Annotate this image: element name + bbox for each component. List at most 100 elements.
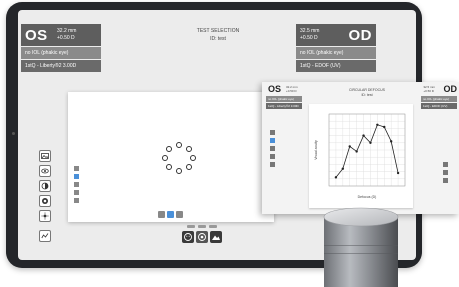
data-point xyxy=(362,134,365,137)
w2-chart-card: Defocus (D) Visual acuity xyxy=(309,104,413,208)
card-left-controls xyxy=(74,166,79,206)
graph-tool-button[interactable] xyxy=(39,230,51,242)
face-mode-button[interactable] xyxy=(182,231,194,243)
target-mode-button[interactable] xyxy=(196,231,208,243)
landolt-ring-1 xyxy=(176,142,182,148)
w2-test-id: ID: test xyxy=(361,93,373,97)
y-axis-label: Visual acuity xyxy=(314,140,318,160)
data-point xyxy=(348,145,351,148)
eye-icon xyxy=(41,168,49,174)
card-left-button-2[interactable] xyxy=(74,174,79,179)
data-point xyxy=(341,167,345,170)
od-eye-panel[interactable]: 32.5 mm +0.50 D OD xyxy=(296,24,376,46)
test-selection-title: TEST SELECTION xyxy=(196,28,240,34)
card-left-button-1[interactable] xyxy=(74,166,79,171)
od-eye-values: 32.5 mm +0.50 D xyxy=(300,28,319,42)
os-eye-code: OS xyxy=(25,27,48,44)
card-bottom-controls xyxy=(158,211,183,218)
data-point xyxy=(334,176,338,179)
od-lens-type[interactable]: no IOL (phakic eye) xyxy=(296,47,376,59)
w2-right-button-2[interactable] xyxy=(443,170,448,175)
data-point xyxy=(396,171,400,175)
page-dot-1[interactable] xyxy=(187,225,195,228)
data-point xyxy=(383,125,386,129)
os-eye-panel[interactable]: OS 32.2 mm +0.50 D xyxy=(21,24,101,46)
series-line xyxy=(335,124,399,178)
w2-right-button-1[interactable] xyxy=(443,162,448,167)
landolt-ring-2 xyxy=(186,146,192,152)
test-card[interactable] xyxy=(68,92,274,222)
card-left-button-4[interactable] xyxy=(74,190,79,195)
face-icon xyxy=(184,233,192,241)
od-measurement: 32.5 mm xyxy=(300,28,320,34)
w2-left-button-4[interactable] xyxy=(270,154,275,159)
cylinder-device xyxy=(323,207,399,287)
x-axis-label: Defocus (D) xyxy=(358,195,377,199)
w2-left-button-2[interactable] xyxy=(270,138,275,143)
target-icon xyxy=(198,233,206,241)
w2-right-controls xyxy=(443,162,448,186)
image-icon xyxy=(41,153,49,159)
w2-od-power: +0.50 D xyxy=(423,89,434,93)
landscape-mode-button[interactable] xyxy=(210,231,222,243)
test-id: ID: test xyxy=(210,36,226,42)
page-dot-2[interactable] xyxy=(198,225,206,228)
os-lens-type[interactable]: no IOL (phakic eye) xyxy=(21,47,101,59)
w2-od-iol-label[interactable]: 1stQ - EDOF (UV) xyxy=(421,103,457,109)
circle-fill-icon xyxy=(42,198,48,204)
od-eye-code: OD xyxy=(348,27,372,44)
w2-os-code: OS xyxy=(268,84,282,94)
w2-od-code: OD xyxy=(443,84,458,94)
landolt-ring-5 xyxy=(176,168,182,174)
contrast-tool-button[interactable] xyxy=(39,180,51,192)
defocus-chart: Defocus (D) Visual acuity xyxy=(314,113,406,199)
card-bottom-button-1[interactable] xyxy=(158,211,165,218)
bottom-controls xyxy=(178,225,226,251)
test-header: TEST SELECTION ID: test xyxy=(158,27,278,43)
landolt-ring-4 xyxy=(186,164,192,170)
od-power: +0.50 D xyxy=(300,35,318,41)
tablet-camera xyxy=(12,132,15,135)
w2-os-iol-label[interactable]: 1stQ - Liberty®2 3.00D xyxy=(266,103,302,109)
page-indicator xyxy=(178,225,226,228)
data-point xyxy=(376,123,379,126)
eye-tool-button[interactable] xyxy=(39,165,51,177)
os-measurement: 32.2 mm xyxy=(57,28,77,34)
w2-os-lens-type[interactable]: no IOL (phakic eye) xyxy=(266,96,302,102)
w2-title-block: CIRCULAR DEFOCUS ID: test xyxy=(322,88,412,98)
w2-right-button-3[interactable] xyxy=(443,178,448,183)
os-eye-values: 32.2 mm +0.50 D xyxy=(57,28,76,42)
w2-os-values: 32.2 mm +0.50 D xyxy=(286,85,298,93)
card-bottom-button-2[interactable] xyxy=(167,211,174,218)
data-point xyxy=(369,141,372,144)
w2-left-button-5[interactable] xyxy=(270,162,275,167)
page-dot-3[interactable] xyxy=(209,225,217,228)
mode-buttons xyxy=(178,231,226,243)
w2-left-button-1[interactable] xyxy=(270,130,275,135)
w2-od-values: 32.5 mm +0.50 D xyxy=(423,85,435,93)
card-left-button-5[interactable] xyxy=(74,198,79,203)
w2-left-button-3[interactable] xyxy=(270,146,275,151)
landolt-ring-6 xyxy=(166,164,172,170)
w2-os-power: +0.50 D xyxy=(286,89,297,93)
os-power: +0.50 D xyxy=(57,35,75,41)
od-iol-label[interactable]: 1stQ - EDOF (UV) xyxy=(296,60,376,72)
landolt-ring-8 xyxy=(166,146,172,152)
sun-icon xyxy=(41,212,49,220)
defocus-window[interactable]: OS 32.2 mm +0.50 D no IOL (phakic eye) 1… xyxy=(262,82,459,214)
image-tool-button[interactable] xyxy=(39,150,51,162)
w2-od-lens-type[interactable]: no IOL (phakic eye) xyxy=(421,96,457,102)
circle-tool-button[interactable] xyxy=(39,195,51,207)
contrast-icon xyxy=(41,182,49,190)
landolt-ring-3 xyxy=(190,155,196,161)
card-bottom-button-3[interactable] xyxy=(176,211,183,218)
data-point xyxy=(355,150,358,153)
sun-tool-button[interactable] xyxy=(39,210,51,222)
card-left-button-3[interactable] xyxy=(74,182,79,187)
w2-left-controls xyxy=(270,130,275,170)
mountain-icon xyxy=(212,235,220,240)
landolt-ring-7 xyxy=(162,155,168,161)
os-iol-label[interactable]: 1stQ - Liberty®2 3.00D xyxy=(21,60,101,72)
graph-icon xyxy=(41,233,49,239)
data-point xyxy=(389,140,393,143)
